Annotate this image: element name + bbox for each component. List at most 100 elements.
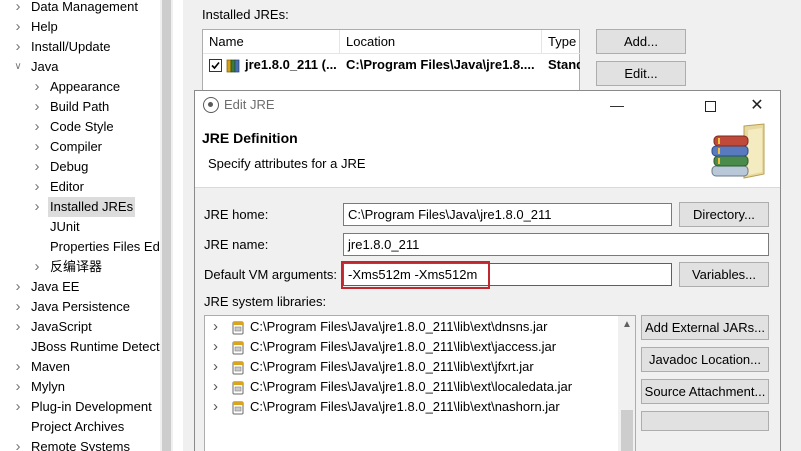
tree-item-label: Maven	[31, 359, 71, 374]
minimize-icon[interactable]: —	[594, 91, 640, 120]
chevron-right-icon[interactable]: ›	[13, 437, 23, 451]
library-path: C:\Program Files\Java\jre1.8.0_211\lib\e…	[250, 339, 557, 354]
chevron-right-icon[interactable]: ›	[213, 337, 223, 357]
default-jre-checkbox[interactable]	[209, 59, 222, 72]
variables-button[interactable]: Variables...	[679, 262, 769, 287]
chevron-right-icon[interactable]: ›	[213, 377, 223, 397]
jar-file-icon	[231, 400, 245, 415]
column-header-name[interactable]: Name	[203, 30, 340, 54]
tree-scrollbar[interactable]	[160, 0, 173, 451]
library-path: C:\Program Files\Java\jre1.8.0_211\lib\e…	[250, 359, 534, 374]
tree-item-label: Plug-in Development	[31, 399, 152, 414]
preference-tree: › Data Management › Help › Install/Update ∨ Jav…	[0, 0, 160, 451]
tree-scrollbar-thumb[interactable]	[162, 0, 171, 451]
tree-item-label: Code Style	[50, 119, 114, 134]
library-row[interactable]: › C:\Program Files\Java\jre1.8.0_211\lib\…	[205, 397, 617, 417]
tree-item-label: JUnit	[50, 219, 80, 234]
chevron-right-icon[interactable]: ›	[213, 357, 223, 377]
library-books-icon	[704, 122, 768, 184]
chevron-right-icon[interactable]: ›	[32, 257, 42, 277]
chevron-right-icon[interactable]: ›	[13, 317, 23, 337]
tree-item-label: Properties Files Ed	[50, 239, 160, 254]
tree-item-label: Installed JREs	[48, 197, 136, 217]
annotation-highlight-box	[341, 261, 490, 289]
chevron-right-icon[interactable]: ›	[13, 397, 23, 417]
column-header-location[interactable]: Location	[340, 30, 542, 54]
dialog-title: Edit JRE	[224, 97, 275, 112]
dialog-titlebar[interactable]: Edit JRE — ✕	[195, 91, 780, 120]
chevron-right-icon[interactable]: ›	[32, 197, 42, 217]
tree-item-label: Java Persistence	[31, 299, 130, 314]
eclipse-icon	[203, 97, 219, 113]
jar-file-icon	[231, 360, 245, 375]
jre-system-libraries-label: JRE system libraries:	[204, 294, 327, 309]
jre-name-field[interactable]: jre1.8.0_211	[343, 233, 769, 256]
tree-item-label: Java	[31, 59, 59, 74]
library-path: C:\Program Files\Java\jre1.8.0_211\lib\e…	[250, 399, 560, 414]
tree-item-label: Java EE	[31, 279, 80, 294]
chevron-right-icon[interactable]: ›	[13, 297, 23, 317]
scroll-up-icon[interactable]: ▲	[618, 316, 635, 334]
tree-item-label: Data Management	[31, 0, 138, 14]
jre-name-label: JRE name:	[204, 237, 269, 252]
chevron-right-icon[interactable]: ›	[32, 177, 42, 197]
chevron-right-icon[interactable]: ›	[13, 37, 23, 57]
more-button-partial[interactable]	[641, 411, 769, 431]
libraries-scrollbar[interactable]: ▲	[618, 316, 635, 451]
library-path: C:\Program Files\Java\jre1.8.0_211\lib\e…	[250, 319, 548, 334]
tree-item-label: Compiler	[50, 139, 103, 154]
jre-system-libraries-list: › C:\Program Files\Java\jre1.8.0_211\lib\…	[204, 315, 636, 451]
tree-item-label: Help	[31, 19, 58, 34]
tree-item-label: Project Archives	[31, 419, 125, 434]
chevron-right-icon[interactable]: ›	[32, 157, 42, 177]
column-header-type[interactable]: Type	[542, 30, 580, 54]
installed-jres-table: Name Location Type jre1.8.0_211 (... C:\…	[202, 29, 580, 93]
library-row[interactable]: › C:\Program Files\Java\jre1.8.0_211\lib\…	[205, 337, 617, 357]
jre-type-cell: Standa...	[548, 57, 580, 72]
dialog-banner: JRE Definition Specify attributes for a …	[195, 120, 780, 188]
chevron-right-icon[interactable]: ›	[13, 0, 23, 17]
jar-file-icon	[231, 340, 245, 355]
library-path: C:\Program Files\Java\jre1.8.0_211\lib\e…	[250, 379, 573, 394]
close-icon[interactable]: ✕	[734, 91, 780, 120]
library-row[interactable]: › C:\Program Files\Java\jre1.8.0_211\lib\…	[205, 317, 617, 337]
chevron-right-icon[interactable]: ›	[13, 277, 23, 297]
tree-item-label: Mylyn	[31, 379, 65, 394]
jar-file-icon	[231, 380, 245, 395]
library-row[interactable]: › C:\Program Files\Java\jre1.8.0_211\lib\…	[205, 357, 617, 377]
chevron-right-icon[interactable]: ›	[32, 97, 42, 117]
tree-item-label: JBoss Runtime Detect	[31, 339, 160, 354]
edit-jre-dialog: Edit JRE — ✕ JRE Definition Specify attr…	[194, 90, 781, 451]
jre-definition-heading: JRE Definition	[202, 130, 298, 146]
tree-item-label: Install/Update	[31, 39, 111, 54]
edit-jre-button[interactable]: Edit...	[596, 61, 686, 86]
jre-home-label: JRE home:	[204, 207, 269, 222]
jar-file-icon	[231, 320, 245, 335]
chevron-right-icon[interactable]: ›	[32, 137, 42, 157]
chevron-right-icon[interactable]: ›	[213, 317, 223, 337]
tree-item-label: Editor	[50, 179, 84, 194]
javadoc-location-button[interactable]: Javadoc Location...	[641, 347, 769, 372]
directory-button[interactable]: Directory...	[679, 202, 769, 227]
libraries-scrollbar-thumb[interactable]	[621, 410, 633, 451]
tree-item-label: Debug	[50, 159, 89, 174]
add-external-jars-button[interactable]: Add External JARs...	[641, 315, 769, 340]
library-row[interactable]: › C:\Program Files\Java\jre1.8.0_211\lib\…	[205, 377, 617, 397]
jre-home-field[interactable]: C:\Program Files\Java\jre1.8.0_211	[343, 203, 672, 226]
chevron-right-icon[interactable]: ›	[32, 117, 42, 137]
jre-name-cell: jre1.8.0_211 (...	[245, 57, 337, 72]
chevron-right-icon[interactable]: ›	[213, 397, 223, 417]
default-vm-arguments-label: Default VM arguments:	[204, 267, 337, 282]
add-jre-button[interactable]: Add...	[596, 29, 686, 54]
maximize-icon[interactable]	[687, 91, 733, 120]
tree-item-label: Appearance	[50, 79, 121, 94]
chevron-down-icon[interactable]: ∨	[13, 57, 23, 77]
tree-item-label: Build Path	[50, 99, 110, 114]
source-attachment-button[interactable]: Source Attachment...	[641, 379, 769, 404]
chevron-right-icon[interactable]: ›	[32, 77, 42, 97]
installed-jres-label: Installed JREs:	[202, 7, 289, 22]
jre-definition-description: Specify attributes for a JRE	[208, 156, 366, 171]
chevron-right-icon[interactable]: ›	[13, 357, 23, 377]
chevron-right-icon[interactable]: ›	[13, 377, 23, 397]
chevron-right-icon[interactable]: ›	[13, 17, 23, 37]
